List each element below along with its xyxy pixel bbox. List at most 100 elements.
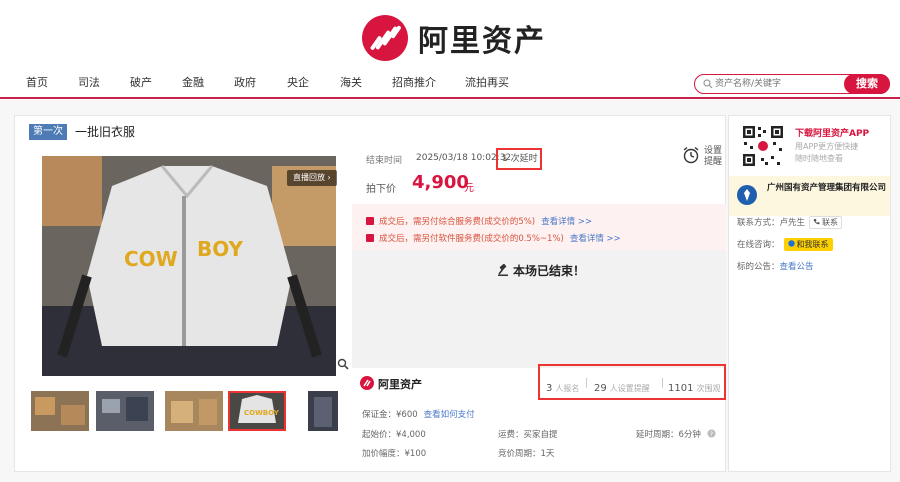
thumbnail-4-selected[interactable]: COWBOY bbox=[228, 391, 286, 431]
delay-period-row: 延时周期：6分钟 ? bbox=[636, 428, 716, 440]
alibaba-asset-logo-icon bbox=[362, 15, 408, 61]
brand-name: 阿里资产 bbox=[418, 24, 546, 59]
price-label: 拍下价 bbox=[366, 184, 396, 195]
contact-label: 联系方式： bbox=[737, 218, 780, 228]
end-time-label: 结束时间 bbox=[366, 156, 403, 166]
thumbnail-5[interactable] bbox=[308, 391, 338, 431]
organization-card: 广州国有资产管理集团有限公司 bbox=[729, 176, 890, 216]
stat-views-count: 1101 bbox=[668, 383, 694, 394]
chat-icon bbox=[787, 240, 795, 247]
reminder-label-2: 提醒 bbox=[704, 157, 723, 167]
auction-status-area: 本场已结束！ bbox=[352, 250, 726, 368]
ended-text: 本场已结束！ bbox=[513, 264, 586, 278]
nav-item-customs[interactable]: 海关 bbox=[340, 74, 362, 90]
stat-reminders: 29 人设置提醒 bbox=[594, 376, 650, 395]
nav-item-home[interactable]: 首页 bbox=[26, 74, 48, 90]
nav-item-investment[interactable]: 招商推介 bbox=[392, 74, 436, 90]
how-to-pay-link[interactable]: 查看如何支付 bbox=[424, 410, 475, 420]
contact-row: 联系方式：卢先生 联系 bbox=[737, 216, 843, 229]
main-product-image[interactable]: COW BOY bbox=[42, 156, 336, 376]
alarm-clock-icon bbox=[683, 146, 699, 164]
notice-label: 标的公告： bbox=[737, 262, 780, 272]
participation-stats: 3 人报名 29 人设置提醒 1101 次围观 bbox=[538, 364, 726, 400]
nav-item-finance[interactable]: 金融 bbox=[182, 74, 204, 90]
organization-name[interactable]: 广州国有资产管理集团有限公司 bbox=[767, 182, 887, 195]
notice-row: 标的公告：查看公告 bbox=[737, 260, 814, 272]
fee-notice-1: 成交后，需另付综合服务费(成交价的5%) 查看详情 >> bbox=[366, 215, 592, 227]
brand[interactable]: 阿里资产 bbox=[362, 14, 546, 62]
sidebar: 下载阿里资产APP 用APP更方便快捷 随时随地查看 广州国有资产管理集团有限公… bbox=[728, 115, 891, 472]
stat-registered-label: 人报名 bbox=[555, 384, 580, 393]
thumbnail-1[interactable] bbox=[31, 391, 89, 431]
delay-count: 1 次延时 bbox=[496, 148, 542, 170]
chat-button[interactable]: 和我联系 bbox=[783, 238, 833, 251]
nav-item-soe[interactable]: 央企 bbox=[287, 74, 309, 90]
bidding-cycle: 竞价周期：1天 bbox=[498, 449, 555, 459]
nav-item-judicial[interactable]: 司法 bbox=[78, 74, 100, 90]
contact-button-label: 联系 bbox=[822, 218, 839, 227]
search-icon bbox=[703, 79, 713, 89]
thumbnail-3[interactable] bbox=[165, 391, 223, 431]
phone-icon bbox=[813, 219, 820, 225]
stat-registered-count: 3 bbox=[546, 383, 553, 394]
nav-item-government[interactable]: 政府 bbox=[234, 74, 256, 90]
svg-text:COW: COW bbox=[124, 247, 178, 271]
fee-text-2: 成交后，需另付软件服务费(成交价的0.5%~1%) bbox=[379, 234, 564, 244]
app-desc-2: 随时随地查看 bbox=[795, 154, 843, 163]
platform-name: 阿里资产 bbox=[378, 378, 422, 391]
round-badge: 第一次 bbox=[29, 124, 67, 140]
fee-notice-2: 成交后，需另付软件服务费(成交价的0.5%~1%) 查看详情 >> bbox=[366, 232, 621, 244]
app-qr-code bbox=[741, 124, 785, 168]
help-icon[interactable]: ? bbox=[707, 429, 716, 438]
auction-ended-message: 本场已结束！ bbox=[497, 262, 585, 279]
nav-divider bbox=[0, 97, 900, 99]
notice-icon bbox=[366, 234, 374, 242]
final-price: 4,900 bbox=[412, 172, 469, 193]
stat-reminders-label: 人设置提醒 bbox=[609, 384, 650, 393]
deposit-value: 保证金：¥600 bbox=[362, 410, 418, 420]
deposit-row: 保证金：¥600 查看如何支付 bbox=[362, 408, 475, 420]
stat-registered: 3 人报名 bbox=[546, 376, 579, 395]
search-bar: 搜索 bbox=[694, 74, 890, 94]
svg-text:COWBOY: COWBOY bbox=[244, 409, 280, 417]
contact-button[interactable]: 联系 bbox=[809, 216, 843, 229]
live-replay-button[interactable]: 直播回放 › bbox=[287, 170, 337, 186]
fee-detail-link-1[interactable]: 查看详情 >> bbox=[541, 217, 592, 227]
fee-notices: 成交后，需另付综合服务费(成交价的5%) 查看详情 >> 成交后，需另付软件服务费… bbox=[352, 204, 726, 250]
increment: 加价幅度：¥100 bbox=[362, 449, 427, 459]
organization-icon bbox=[737, 185, 757, 205]
set-reminder-button[interactable]: 设置 提醒 bbox=[682, 146, 722, 168]
fee-detail-link-2[interactable]: 查看详情 >> bbox=[570, 234, 621, 244]
alibaba-asset-small-logo-icon bbox=[360, 376, 374, 390]
stat-divider bbox=[662, 378, 663, 388]
fee-text-1: 成交后，需另付综合服务费(成交价的5%) bbox=[379, 217, 536, 227]
shipping: 运费：买家自提 bbox=[498, 430, 558, 440]
start-price: 起始价：¥4,000 bbox=[362, 430, 426, 440]
zoom-icon[interactable] bbox=[337, 358, 349, 370]
price-unit: 元 bbox=[464, 183, 474, 194]
contact-name: 卢先生 bbox=[779, 218, 806, 228]
search-button[interactable]: 搜索 bbox=[844, 74, 890, 94]
online-consult-row: 在线咨询： 和我联系 bbox=[737, 238, 833, 251]
nav-item-bankruptcy[interactable]: 破产 bbox=[130, 74, 152, 90]
gavel-icon bbox=[498, 263, 508, 276]
site-header: 阿里资产 首页 司法 破产 金融 政府 央企 海关 招商推介 流拍再买 搜索 bbox=[0, 0, 900, 100]
download-app-title[interactable]: 下载阿里资产APP bbox=[795, 126, 869, 139]
app-desc-1: 用APP更方便快捷 bbox=[795, 142, 859, 151]
notice-icon bbox=[366, 217, 374, 225]
nav-item-resale[interactable]: 流拍再买 bbox=[465, 74, 509, 90]
reminder-label-1: 设置 bbox=[704, 146, 723, 156]
stat-divider bbox=[586, 378, 587, 388]
svg-text:?: ? bbox=[709, 430, 712, 438]
lot-title: 一批旧衣服 bbox=[75, 125, 136, 139]
stat-reminders-count: 29 bbox=[594, 383, 607, 394]
delay-period: 延时周期：6分钟 bbox=[636, 430, 701, 440]
online-label: 在线咨询： bbox=[737, 240, 780, 250]
view-notice-link[interactable]: 查看公告 bbox=[780, 262, 814, 272]
thumbnail-2[interactable] bbox=[96, 391, 154, 431]
stat-views-label: 次围观 bbox=[696, 384, 721, 393]
chat-button-label: 和我联系 bbox=[796, 240, 829, 249]
stat-views: 1101 次围观 bbox=[668, 376, 720, 395]
search-input[interactable] bbox=[715, 77, 841, 91]
svg-text:BOY: BOY bbox=[197, 237, 244, 261]
